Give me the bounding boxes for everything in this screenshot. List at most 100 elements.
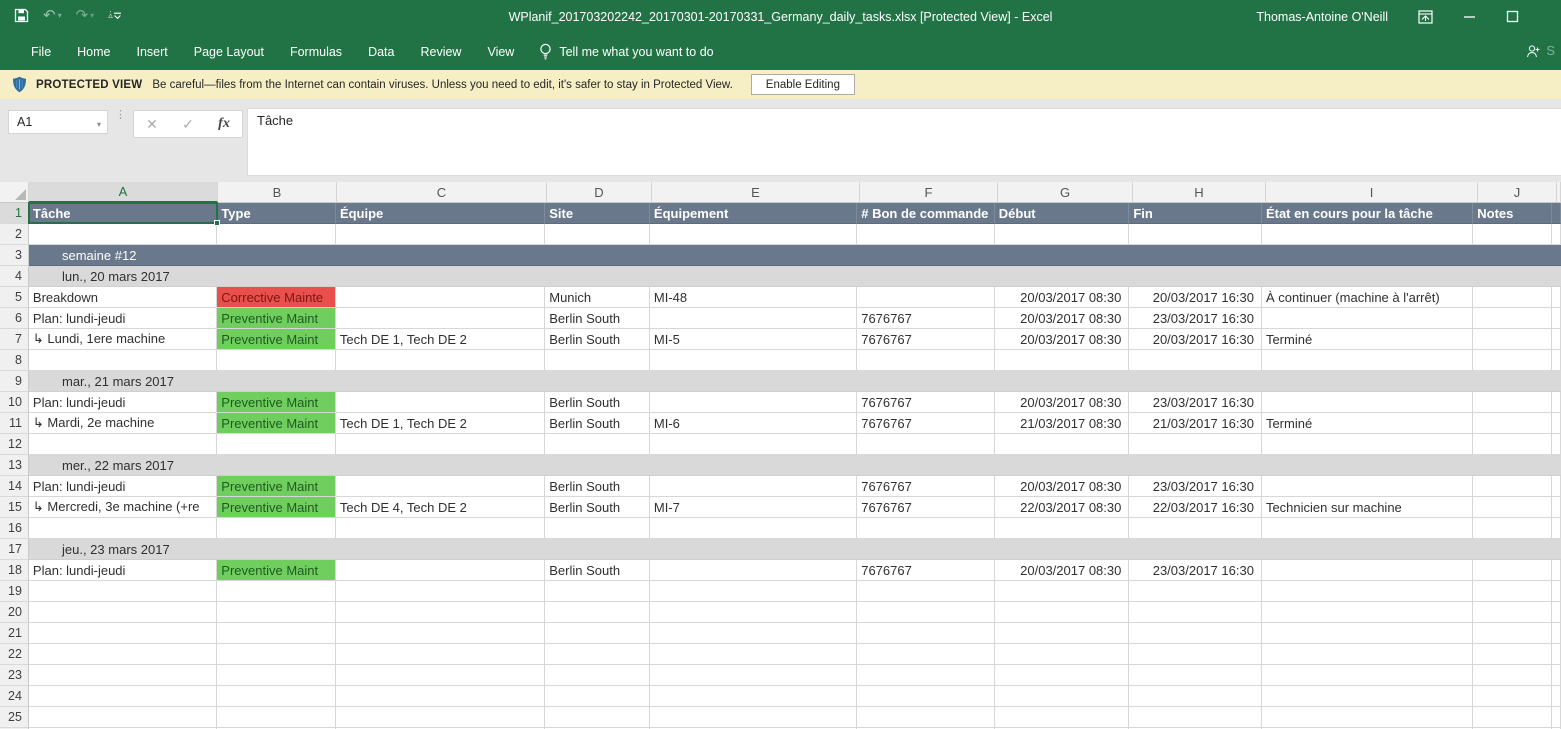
cell-G8[interactable] <box>995 350 1130 371</box>
cell-K20[interactable] <box>1552 602 1561 623</box>
day-row-label[interactable]: lun., 20 mars 2017 <box>29 266 1561 287</box>
cell-J23[interactable] <box>1473 665 1552 686</box>
cell-A15[interactable]: ↳ Mercredi, 3e machine (+re <box>29 497 217 518</box>
week-row-label[interactable]: semaine #12 <box>29 245 1561 266</box>
enable-editing-button[interactable]: Enable Editing <box>751 74 855 95</box>
cell-C2[interactable] <box>336 224 545 245</box>
cell-C12[interactable] <box>336 434 545 455</box>
cell-F18[interactable]: 7676767 <box>857 560 995 581</box>
cell-C23[interactable] <box>336 665 545 686</box>
cell-H8[interactable] <box>1129 350 1262 371</box>
row-header-17[interactable]: 17 <box>0 539 29 560</box>
cancel-icon[interactable]: ✕ <box>146 116 158 133</box>
cell-C18[interactable] <box>336 560 545 581</box>
cell-J14[interactable] <box>1473 476 1552 497</box>
cell-F21[interactable] <box>857 623 995 644</box>
row-header-11[interactable]: 11 <box>0 413 29 434</box>
tab-formulas[interactable]: Formulas <box>277 37 355 67</box>
cell-K23[interactable] <box>1552 665 1561 686</box>
cell-K11[interactable] <box>1552 413 1561 434</box>
cell-H1[interactable]: Fin <box>1129 203 1262 224</box>
cell-G2[interactable] <box>995 224 1130 245</box>
cell-B23[interactable] <box>217 665 336 686</box>
cell-F1[interactable]: # Bon de commande <box>857 203 995 224</box>
cell-J18[interactable] <box>1473 560 1552 581</box>
cell-F12[interactable] <box>857 434 995 455</box>
cell-E1[interactable]: Équipement <box>650 203 857 224</box>
cell-B22[interactable] <box>217 644 336 665</box>
row-header-12[interactable]: 12 <box>0 434 29 455</box>
cell-E10[interactable] <box>650 392 857 413</box>
tab-review[interactable]: Review <box>407 37 474 67</box>
cell-I15[interactable]: Technicien sur machine <box>1262 497 1473 518</box>
cell-I2[interactable] <box>1262 224 1473 245</box>
insert-function-icon[interactable]: fx <box>218 116 230 132</box>
cell-A23[interactable] <box>29 665 217 686</box>
cell-H11[interactable]: 21/03/2017 16:30 <box>1129 413 1262 434</box>
cell-D15[interactable]: Berlin South <box>545 497 650 518</box>
cell-K19[interactable] <box>1552 581 1561 602</box>
cell-J12[interactable] <box>1473 434 1552 455</box>
cell-I21[interactable] <box>1262 623 1473 644</box>
cell-D20[interactable] <box>545 602 650 623</box>
cell-C6[interactable] <box>336 308 545 329</box>
cell-F5[interactable] <box>857 287 995 308</box>
cell-D25[interactable] <box>545 707 650 728</box>
column-header-H[interactable]: H <box>1133 182 1266 203</box>
cell-G15[interactable]: 22/03/2017 08:30 <box>995 497 1130 518</box>
cell-H22[interactable] <box>1129 644 1262 665</box>
cell-I11[interactable]: Terminé <box>1262 413 1473 434</box>
row-header-16[interactable]: 16 <box>0 518 29 539</box>
column-header-E[interactable]: E <box>652 182 860 203</box>
cell-B1[interactable]: Type <box>217 203 336 224</box>
cell-F10[interactable]: 7676767 <box>857 392 995 413</box>
name-box[interactable]: A1 ▾ <box>8 110 108 134</box>
row-header-6[interactable]: 6 <box>0 308 29 329</box>
cell-J5[interactable] <box>1473 287 1552 308</box>
cell-K21[interactable] <box>1552 623 1561 644</box>
cell-F22[interactable] <box>857 644 995 665</box>
cell-J7[interactable] <box>1473 329 1552 350</box>
cell-A25[interactable] <box>29 707 217 728</box>
row-header-22[interactable]: 22 <box>0 644 29 665</box>
cell-K16[interactable] <box>1552 518 1561 539</box>
cell-E8[interactable] <box>650 350 857 371</box>
cell-D5[interactable]: Munich <box>545 287 650 308</box>
cell-J20[interactable] <box>1473 602 1552 623</box>
cell-C7[interactable]: Tech DE 1, Tech DE 2 <box>336 329 545 350</box>
cell-K8[interactable] <box>1552 350 1561 371</box>
tab-view[interactable]: View <box>474 37 527 67</box>
cell-A7[interactable]: ↳ Lundi, 1ere machine <box>29 329 217 350</box>
row-header-20[interactable]: 20 <box>0 602 29 623</box>
column-header-K[interactable] <box>1557 182 1561 203</box>
cell-E2[interactable] <box>650 224 857 245</box>
cell-F8[interactable] <box>857 350 995 371</box>
cell-B25[interactable] <box>217 707 336 728</box>
column-header-B[interactable]: B <box>218 182 337 203</box>
cell-A14[interactable]: Plan: lundi-jeudi <box>29 476 217 497</box>
row-header-7[interactable]: 7 <box>0 329 29 350</box>
cell-K2[interactable] <box>1552 224 1561 245</box>
day-row-label[interactable]: mar., 21 mars 2017 <box>29 371 1561 392</box>
cell-F24[interactable] <box>857 686 995 707</box>
tab-page-layout[interactable]: Page Layout <box>181 37 277 67</box>
cell-D8[interactable] <box>545 350 650 371</box>
account-user-name[interactable]: Thomas-Antoine O'Neill <box>1256 10 1388 24</box>
cell-K24[interactable] <box>1552 686 1561 707</box>
cell-A8[interactable] <box>29 350 217 371</box>
cell-K12[interactable] <box>1552 434 1561 455</box>
cell-J19[interactable] <box>1473 581 1552 602</box>
cell-G20[interactable] <box>995 602 1130 623</box>
cell-C19[interactable] <box>336 581 545 602</box>
column-header-C[interactable]: C <box>337 182 547 203</box>
row-header-9[interactable]: 9 <box>0 371 29 392</box>
cell-J8[interactable] <box>1473 350 1552 371</box>
row-header-23[interactable]: 23 <box>0 665 29 686</box>
cell-I16[interactable] <box>1262 518 1473 539</box>
cell-G5[interactable]: 20/03/2017 08:30 <box>995 287 1130 308</box>
cell-B8[interactable] <box>217 350 336 371</box>
cell-E23[interactable] <box>650 665 857 686</box>
cell-I7[interactable]: Terminé <box>1262 329 1473 350</box>
cell-E25[interactable] <box>650 707 857 728</box>
tab-data[interactable]: Data <box>355 37 407 67</box>
